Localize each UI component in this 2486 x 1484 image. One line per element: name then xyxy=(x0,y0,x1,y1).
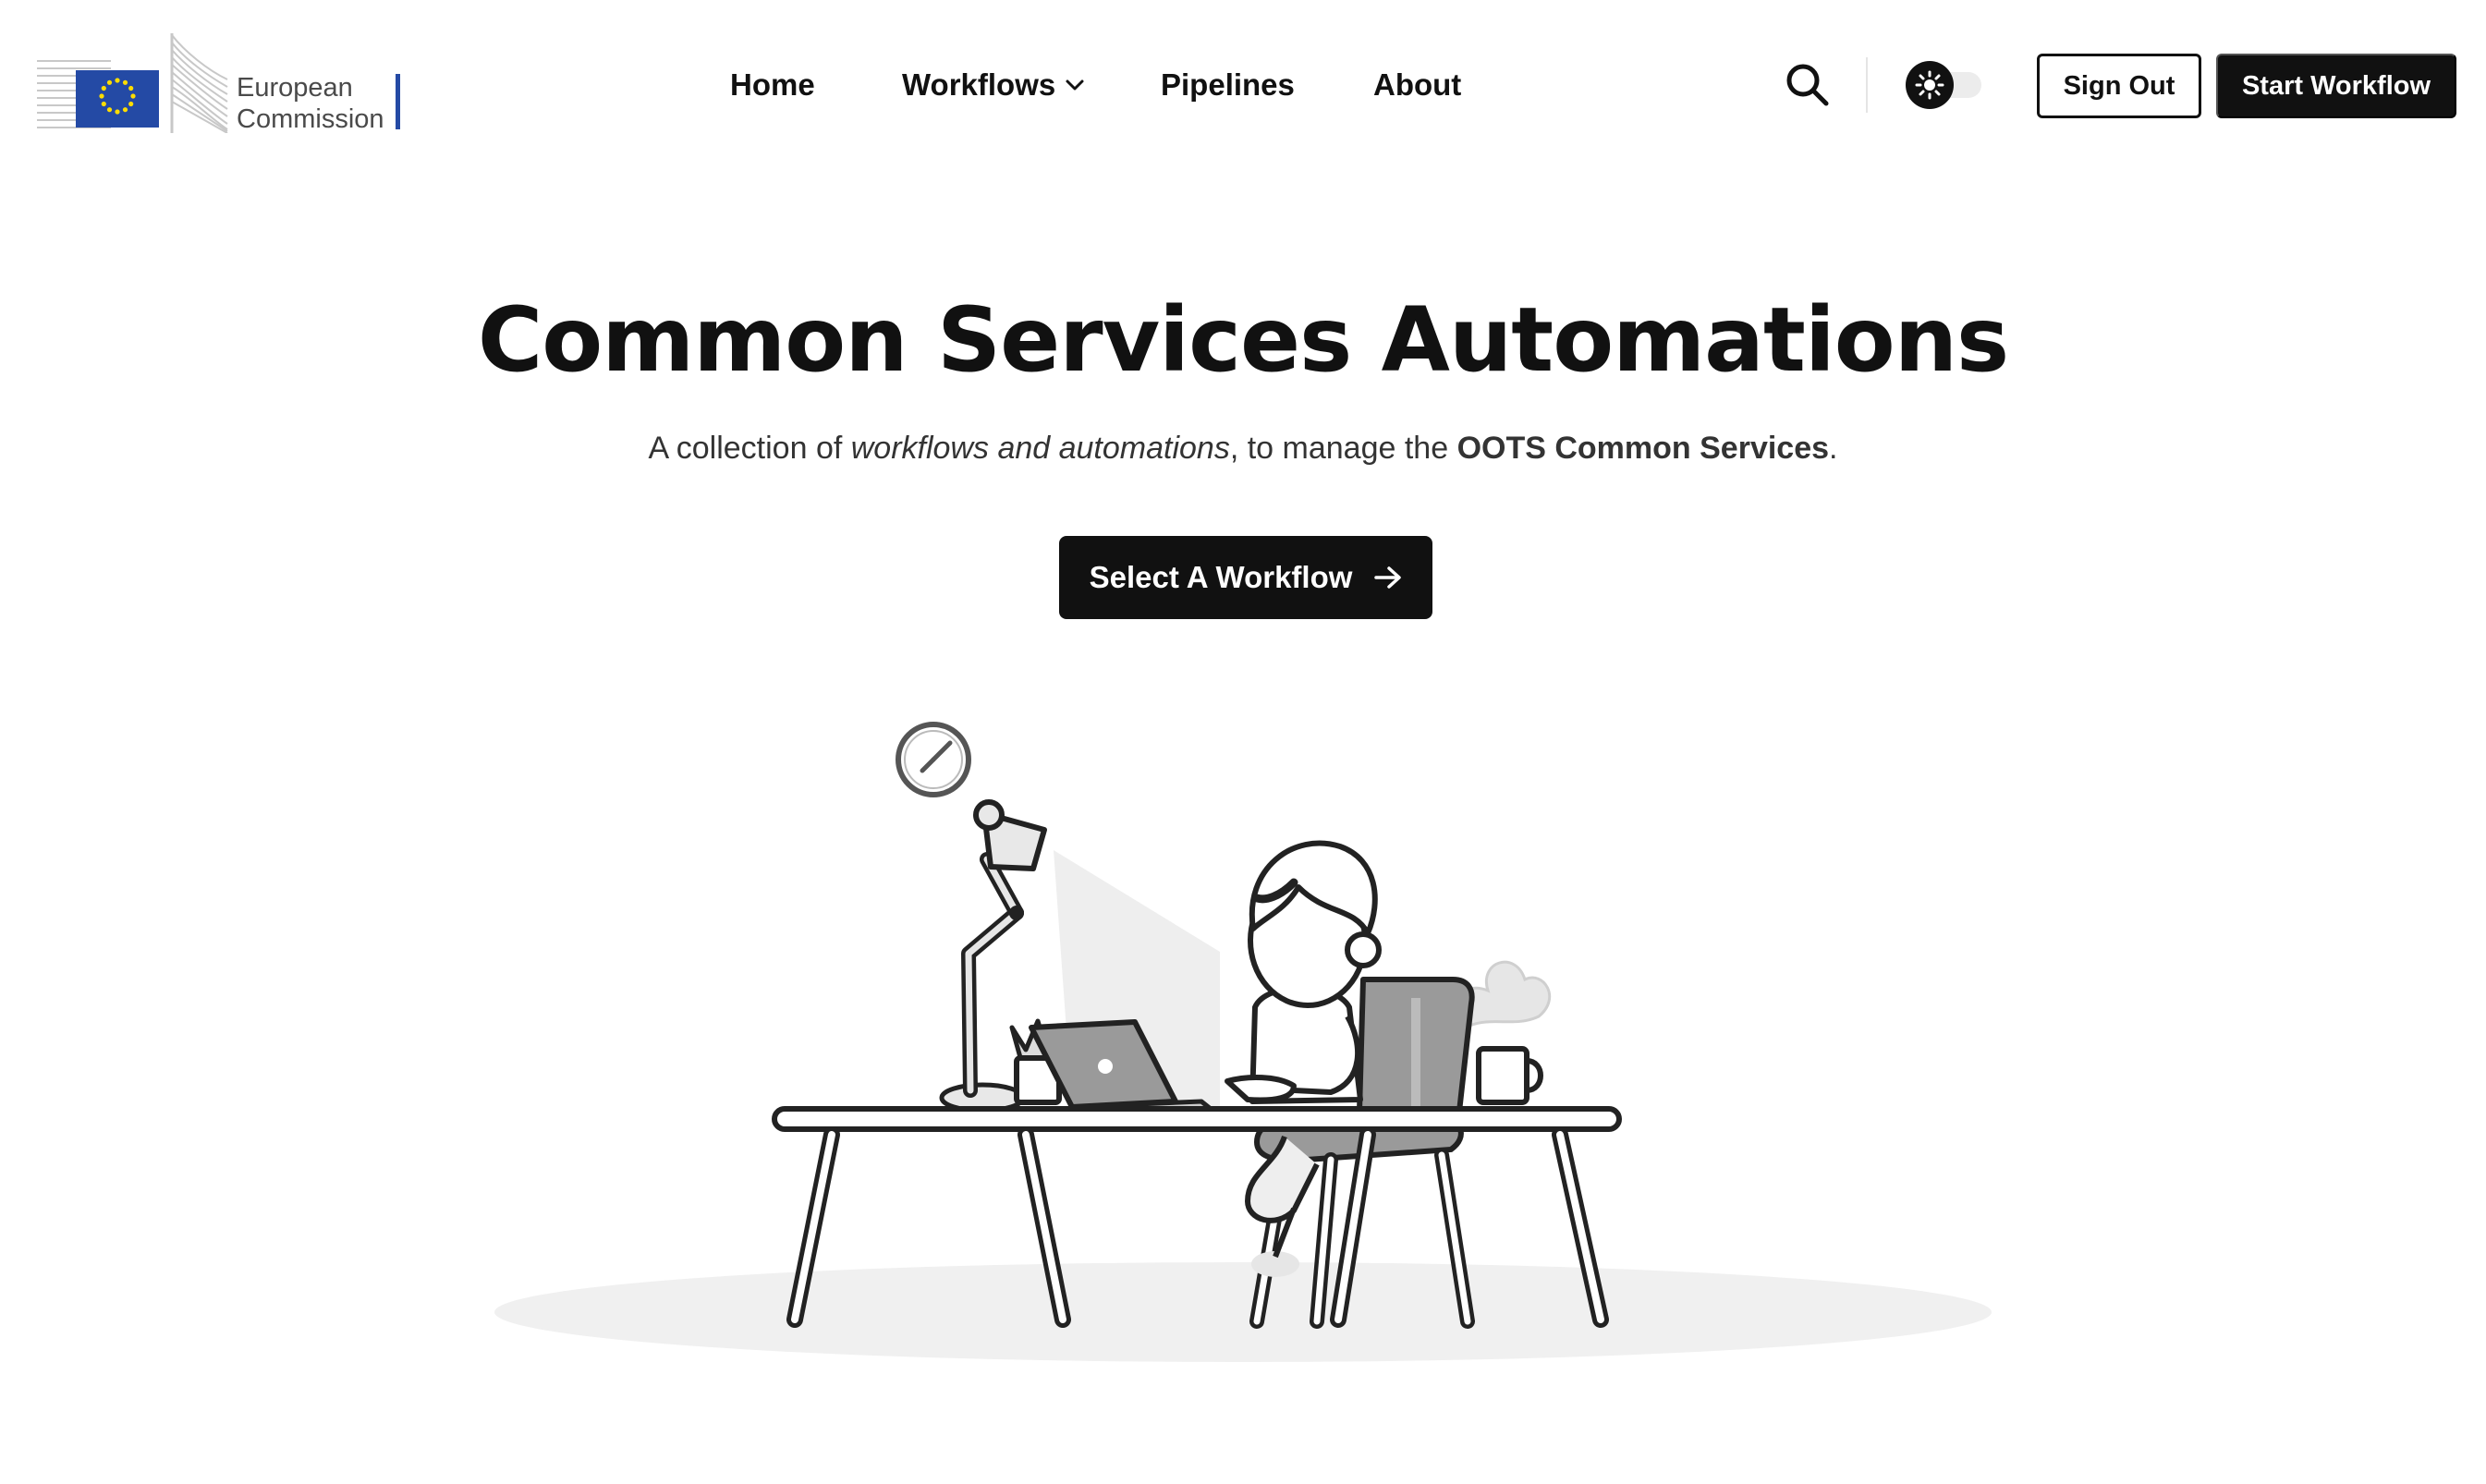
subtitle-strong: OOTS Common Services xyxy=(1456,431,1830,466)
nav-pipelines[interactable]: Pipelines xyxy=(1161,67,1295,103)
page-subtitle: A collection of workflows and automation… xyxy=(0,431,2486,467)
header-divider xyxy=(1866,57,1868,113)
select-workflow-button[interactable]: Select A Workflow xyxy=(1059,536,1432,619)
sun-icon xyxy=(1915,70,1944,100)
search-button[interactable] xyxy=(1782,59,1834,111)
theme-toggle[interactable] xyxy=(1906,61,1985,109)
site-header: European Commission Home Workflows Pipel… xyxy=(0,0,2486,170)
toggle-knob xyxy=(1906,61,1954,109)
subtitle-emphasis: workflows and automations xyxy=(850,431,1230,466)
nav-workflows-dropdown[interactable]: Workflows xyxy=(902,67,1085,103)
subtitle-part-1: A collection of xyxy=(648,431,851,466)
search-icon xyxy=(1786,64,1829,106)
nav-home[interactable]: Home xyxy=(730,67,815,103)
arrow-right-icon xyxy=(1374,566,1402,589)
page-title: Common Services Automations xyxy=(477,288,2009,392)
subtitle-part-3: . xyxy=(1829,431,1838,466)
logo-wordmark: European Commission xyxy=(237,72,384,135)
subtitle-part-2: , to manage the xyxy=(1229,431,1457,466)
logo-line-1: European xyxy=(237,73,353,103)
hero-illustration xyxy=(494,722,1992,1362)
chevron-down-icon xyxy=(1066,79,1084,91)
sign-out-button[interactable]: Sign Out xyxy=(2037,54,2201,118)
logo-accent-bar xyxy=(396,74,400,129)
clock-icon xyxy=(896,722,971,797)
nav-workflows-label: Workflows xyxy=(902,67,1056,102)
logo-line-2: Commission xyxy=(237,104,384,134)
floor-shadow xyxy=(494,1262,1992,1362)
select-workflow-label: Select A Workflow xyxy=(1089,560,1353,594)
nav-about[interactable]: About xyxy=(1373,67,1461,103)
start-workflow-button[interactable]: Start Workflow xyxy=(2216,54,2456,118)
